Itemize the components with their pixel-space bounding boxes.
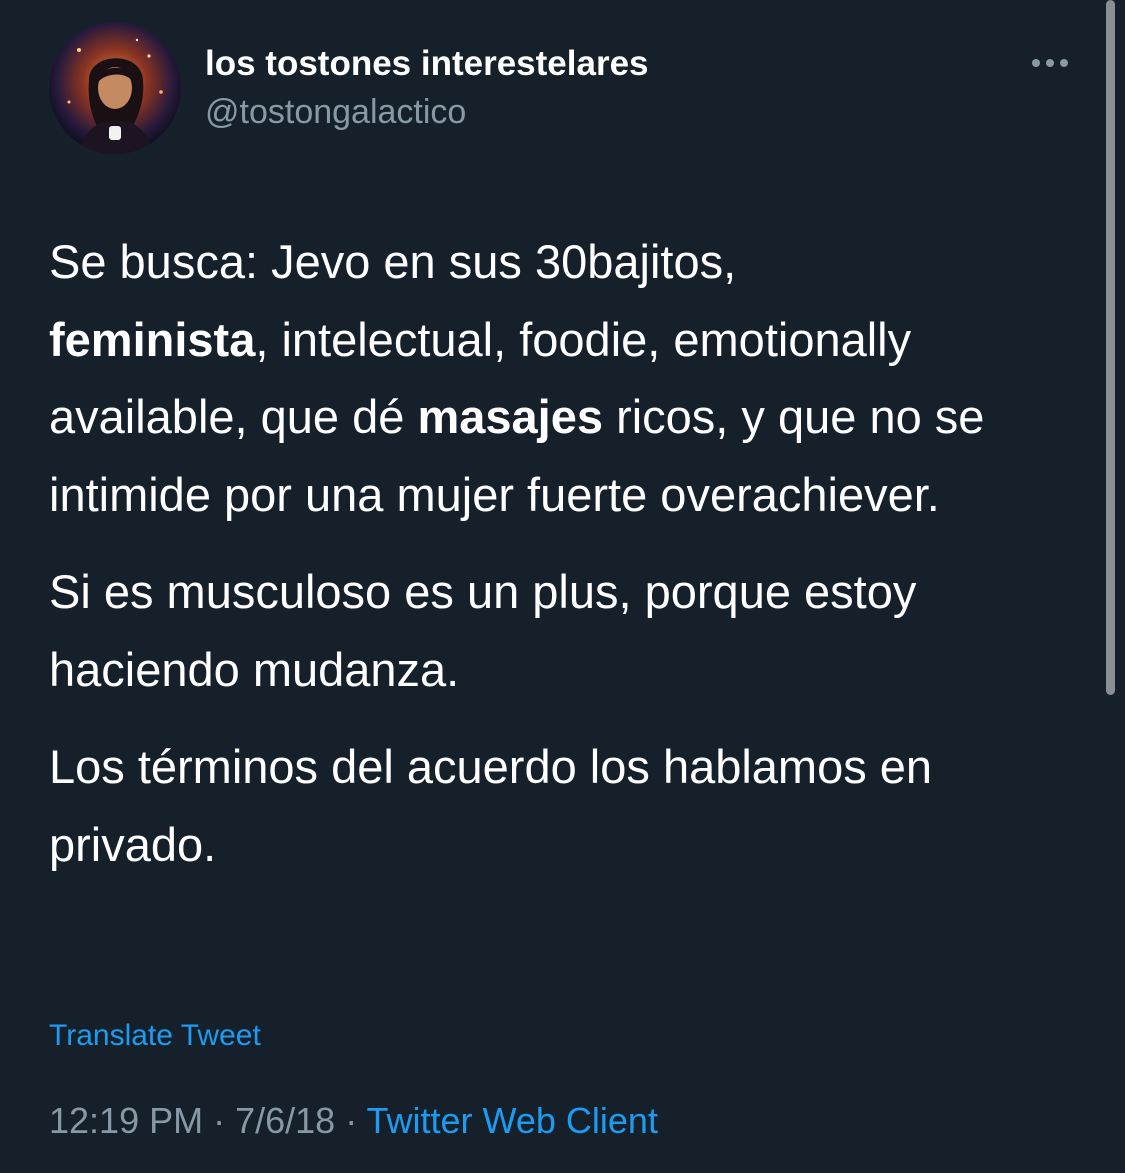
tweet-paragraph-2: Si es musculoso es un plus, porque estoy… <box>49 565 917 696</box>
scrollbar[interactable] <box>1106 0 1115 695</box>
avatar[interactable] <box>49 22 181 154</box>
author-handle[interactable]: @tostongalactico <box>205 93 466 132</box>
bold-word-feminista: feminista <box>49 312 256 366</box>
tweet-client-link[interactable]: Twitter Web Client <box>367 1100 658 1141</box>
tweet-paragraph-3: Los términos del acuerdo los hablamos en… <box>49 740 933 871</box>
tweet-date[interactable]: 7/6/18 <box>235 1100 335 1141</box>
meta-separator: · <box>203 1100 236 1141</box>
meta-separator: · <box>335 1100 367 1141</box>
tweet-text-segment: Se busca: Jevo en sus 30bajitos, <box>49 235 737 288</box>
author-display-name[interactable]: los tostones interestelares <box>205 44 649 84</box>
tweet-card: los tostones interestelares @tostongalac… <box>0 0 1125 1173</box>
translate-tweet-link[interactable]: Translate Tweet <box>49 1019 261 1053</box>
tweet-text: Se busca: Jevo en sus 30bajitos, feminist… <box>49 223 1094 883</box>
bold-word-masajes: masajes <box>417 390 604 443</box>
profile-photo-avatar-icon <box>49 22 181 154</box>
tweet-time[interactable]: 12:19 PM <box>49 1100 203 1141</box>
tweet-paragraph-1: Se busca: Jevo en sus 30bajitos, feminist… <box>49 223 1094 533</box>
tweet-metadata: 12:19 PM · 7/6/18 · Twitter Web Client <box>49 1100 658 1142</box>
more-options-button[interactable] <box>1024 48 1076 78</box>
more-options-icon <box>1032 59 1068 67</box>
